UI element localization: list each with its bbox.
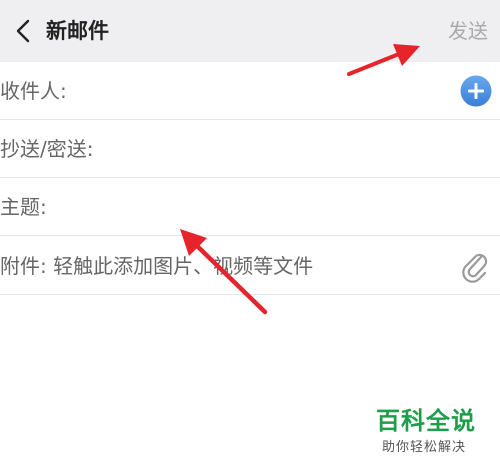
subject-label: 主题: (0, 195, 47, 219)
add-contact-button[interactable] (460, 75, 492, 107)
watermark-logo: 百科全说 (376, 407, 476, 435)
attachment-label: 附件: 轻触此添加图片、视频等文件 (0, 254, 314, 278)
send-button[interactable]: 发送 (448, 16, 488, 46)
cc-bcc-row[interactable]: 抄送/密送: (0, 120, 500, 178)
watermark-slogan: 助你轻松解决 (382, 440, 467, 455)
page-title: 新邮件 (46, 19, 109, 43)
chevron-left-icon (16, 19, 30, 43)
cc-bcc-label: 抄送/密送: (0, 137, 94, 161)
top-bar: 新邮件 发送 (0, 0, 500, 62)
recipient-row[interactable]: 收件人: (0, 62, 500, 120)
paperclip-icon[interactable] (460, 249, 490, 283)
back-button[interactable] (8, 14, 38, 48)
recipient-label: 收件人: (0, 79, 67, 103)
attachment-row[interactable]: 附件: 轻触此添加图片、视频等文件 (0, 237, 500, 295)
subject-row[interactable]: 主题: (0, 178, 500, 236)
